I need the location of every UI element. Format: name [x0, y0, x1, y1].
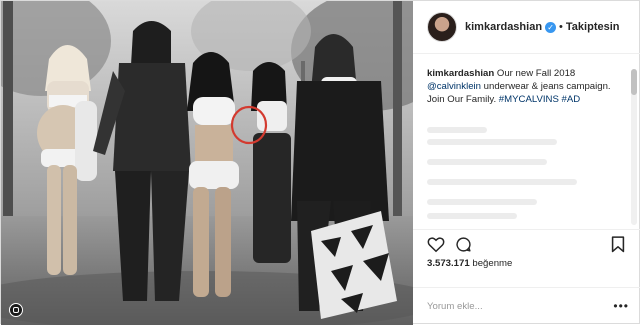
likes-number: 3.573.171 [427, 258, 470, 269]
avatar[interactable] [427, 12, 457, 42]
blurred-comment [427, 179, 577, 185]
instagram-icon [9, 303, 23, 317]
verified-icon: ✓ [545, 21, 557, 33]
post-photo[interactable] [1, 1, 413, 325]
blurred-comment [427, 199, 537, 205]
caption-text-1: Our new Fall 2018 [496, 68, 576, 79]
scroll-thumb[interactable] [631, 69, 637, 95]
hashtag-link[interactable]: #MYCALVINS [499, 94, 559, 105]
username-link[interactable]: kimkardashian [465, 21, 542, 33]
heart-icon[interactable] [427, 236, 445, 253]
blurred-comment [427, 139, 557, 145]
hashtag-link[interactable]: #AD [562, 94, 581, 105]
likes-label: beğenme [472, 258, 513, 269]
comments-scrollbar[interactable] [631, 69, 637, 225]
campaign-photo [1, 1, 413, 325]
mention-link[interactable]: @calvinklein [427, 81, 481, 92]
comment-input[interactable]: Yorum ekle... [427, 301, 483, 312]
person-4 [251, 62, 291, 263]
caption-username[interactable]: kimkardashian [427, 68, 494, 79]
add-comment-bar: Yorum ekle... ••• [413, 287, 640, 326]
more-options-icon[interactable]: ••• [613, 299, 629, 313]
comments-section: kimkardashian Our new Fall 2018 @calvink… [413, 53, 640, 229]
instagram-post: kimkardashian ✓ • Takiptesin kimkardashi… [0, 0, 640, 325]
post-header: kimkardashian ✓ • Takiptesin [413, 1, 640, 54]
likes-count[interactable]: 3.573.171 beğenme [427, 258, 512, 269]
blurred-comment [427, 213, 517, 219]
blurred-comment [427, 127, 487, 133]
separator-dot: • [559, 21, 563, 33]
following-button[interactable]: Takiptesin [566, 21, 620, 33]
post-caption: kimkardashian Our new Fall 2018 @calvink… [427, 67, 623, 106]
post-sidebar: kimkardashian ✓ • Takiptesin kimkardashi… [413, 1, 640, 325]
bookmark-icon[interactable] [611, 236, 625, 253]
action-bar [413, 229, 640, 258]
blurred-comment [427, 159, 547, 165]
comment-icon[interactable] [455, 236, 472, 253]
